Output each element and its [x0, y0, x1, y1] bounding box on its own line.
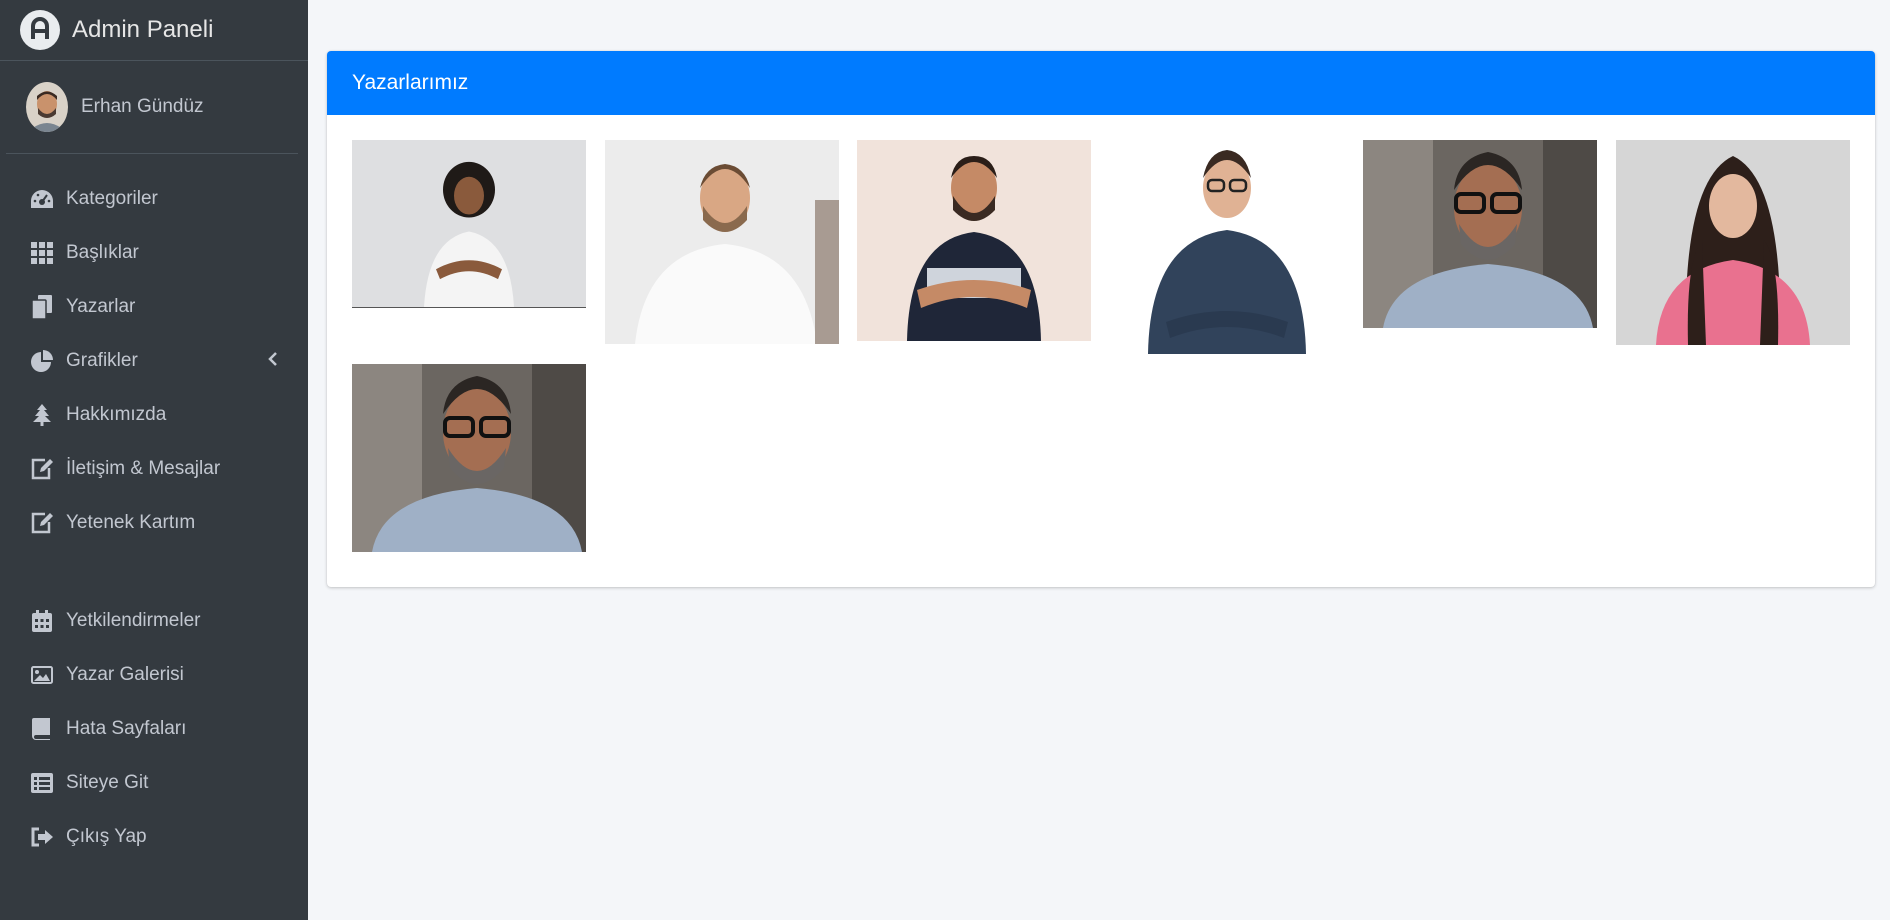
- author-photo[interactable]: [857, 140, 1091, 341]
- sidebar-item-iletisim[interactable]: İletişim & Mesajlar: [0, 442, 308, 496]
- brand-title: Admin Paneli: [72, 16, 214, 43]
- sidebar-item-label: Yetkilendirmeler: [66, 610, 201, 631]
- sidebar-item-yazarlar[interactable]: Yazarlar: [0, 280, 308, 334]
- sidebar: Admin Paneli Erhan Gündüz Kategoriler Ba: [0, 0, 308, 920]
- sign-out-icon: [30, 825, 54, 849]
- sidebar-item-grafikler[interactable]: Grafikler: [0, 334, 308, 388]
- sidebar-item-hakkimizda[interactable]: Hakkımızda: [0, 388, 308, 442]
- user-panel[interactable]: Erhan Gündüz: [6, 61, 298, 154]
- edit-icon: [30, 457, 54, 481]
- brand-logo-icon: [20, 10, 60, 50]
- authors-card: Yazarlarımız: [327, 51, 1875, 587]
- sidebar-item-label: Siteye Git: [66, 772, 149, 793]
- sidebar-item-label: Yetenek Kartım: [66, 512, 196, 533]
- sidebar-item-siteye-git[interactable]: Siteye Git: [0, 756, 308, 810]
- list-icon: [30, 771, 54, 795]
- author-photo[interactable]: [352, 364, 586, 552]
- grid-icon: [30, 241, 54, 265]
- sidebar-item-label: Hata Sayfaları: [66, 718, 187, 739]
- sidebar-item-label: İletişim & Mesajlar: [66, 458, 221, 479]
- sidebar-item-basliklar[interactable]: Başlıklar: [0, 226, 308, 280]
- author-photo[interactable]: [352, 140, 586, 308]
- sidebar-item-yetenek-kartim[interactable]: Yetenek Kartım: [0, 496, 308, 550]
- sidebar-item-label: Başlıklar: [66, 242, 139, 263]
- sidebar-item-label: Yazarlar: [66, 296, 136, 317]
- sidebar-item-yazar-galerisi[interactable]: Yazar Galerisi: [0, 648, 308, 702]
- sidebar-item-label: Çıkış Yap: [66, 826, 147, 847]
- dashboard-gauge-icon: [30, 187, 54, 211]
- tree-icon: [30, 403, 54, 427]
- edit-icon: [30, 511, 54, 535]
- sidebar-item-cikis-yap[interactable]: Çıkış Yap: [0, 810, 308, 864]
- sidebar-item-hata-sayfalari[interactable]: Hata Sayfaları: [0, 702, 308, 756]
- author-photo[interactable]: [605, 140, 839, 344]
- book-icon: [30, 717, 54, 741]
- chevron-left-icon[interactable]: [268, 350, 278, 372]
- author-photo[interactable]: [1616, 140, 1850, 345]
- sidebar-item-label: Hakkımızda: [66, 404, 167, 425]
- author-photo[interactable]: [1363, 140, 1597, 328]
- brand-link[interactable]: Admin Paneli: [0, 0, 308, 61]
- sidebar-item-yetkilendirmeler[interactable]: Yetkilendirmeler: [0, 594, 308, 648]
- calendar-icon: [30, 609, 54, 633]
- sidebar-nav: Kategoriler Başlıklar Yazarlar Grafikler: [0, 154, 308, 864]
- avatar: [26, 82, 68, 132]
- card-header: Yazarlarımız: [327, 51, 1875, 115]
- copy-icon: [30, 295, 54, 319]
- user-name: Erhan Gündüz: [81, 96, 204, 117]
- pie-chart-icon: [30, 349, 54, 373]
- sidebar-item-kategoriler[interactable]: Kategoriler: [0, 172, 308, 226]
- sidebar-item-label: Grafikler: [66, 350, 138, 371]
- sidebar-item-label: Yazar Galerisi: [66, 664, 184, 685]
- sidebar-item-label: Kategoriler: [66, 188, 158, 209]
- image-icon: [30, 663, 54, 687]
- author-photo[interactable]: [1110, 140, 1344, 354]
- card-title: Yazarlarımız: [352, 71, 469, 94]
